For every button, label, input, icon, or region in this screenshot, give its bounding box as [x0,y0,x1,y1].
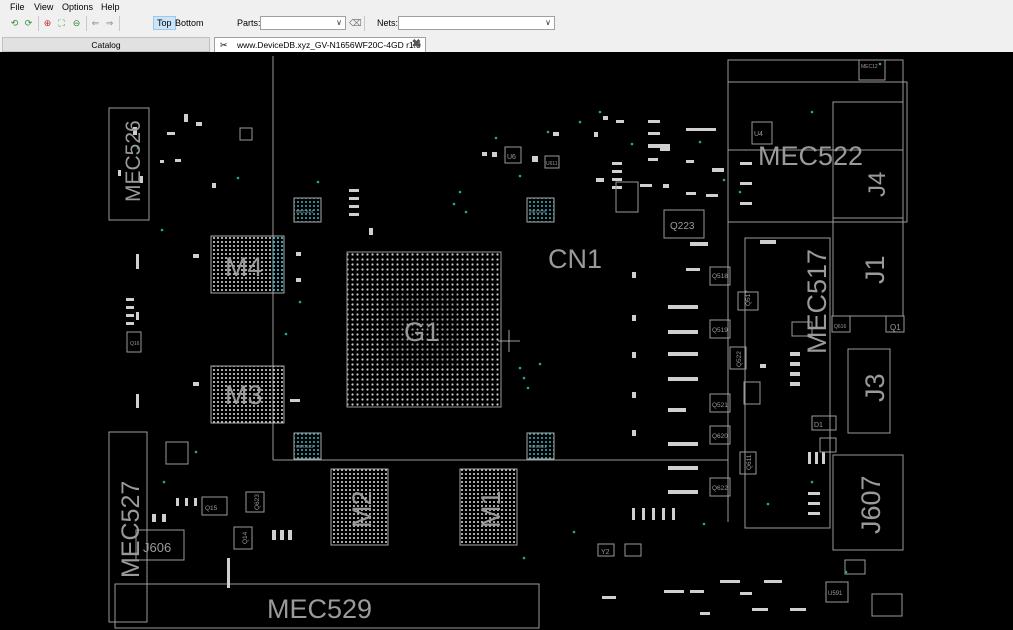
label-q623: Q623 [254,494,261,510]
label-mec12: MEC12 [861,64,878,70]
zoom-in-icon[interactable]: ⊕ [42,18,53,29]
label-q521: Q521 [712,402,728,409]
label-u591: U591 [828,591,843,597]
label-mec529: MEC529 [267,594,372,624]
nets-label: Nets: [377,18,399,28]
nets-combobox[interactable]: ∨ [398,16,555,30]
label-u611: U611 [546,161,558,167]
tab-board-label: www.DeviceDB.xyz_GV-N1656WF20C-4GD r1.0 [237,40,421,50]
memory-m4-highlight [271,236,284,293]
label-m3: M3 [225,380,263,410]
label-u6: U6 [507,154,516,161]
close-icon[interactable]: ✖ [412,37,421,51]
tab-catalog[interactable]: Catalog [2,37,210,52]
label-d1: D1 [814,422,823,429]
label-q620: Q620 [712,433,728,440]
tab-board[interactable]: ✂ www.DeviceDB.xyz_GV-N1656WF20C-4GD r1.… [214,37,426,52]
chevron-down-icon: ∨ [336,18,342,27]
menu-view[interactable]: View [34,2,53,12]
tab-catalog-label: Catalog [91,40,121,50]
label-j607: J607 [856,475,886,534]
back-arrow-icon[interactable]: ⇐ [90,18,101,29]
label-q622: Q622 [712,485,728,492]
zoom-out-icon[interactable]: ⊖ [71,18,82,29]
label-mec625: MEC625 [529,209,547,214]
label-q1: Q1 [890,323,901,332]
parts-label: Parts: [237,18,261,28]
toolbar-separator [119,16,120,31]
label-cn1: CN1 [548,244,602,274]
label-u4: U4 [754,131,763,138]
label-q14: Q14 [242,531,249,544]
chevron-down-icon: ∨ [545,18,551,27]
board-view[interactable]: MEC526 MEC527 MEC529 MEC522 MEC517 J4 J1… [0,52,1013,630]
label-q522: Q522 [736,351,743,367]
clear-filter-icon[interactable]: ⌫ [349,18,362,29]
board-canvas[interactable]: MEC526 MEC527 MEC529 MEC522 MEC517 J4 J1… [0,52,1013,630]
label-j606: J606 [143,540,171,555]
menu-options[interactable]: Options [62,2,93,12]
label-q223: Q223 [670,221,695,232]
toolbar-separator [38,16,39,31]
label-mec526: MEC526 [122,120,145,202]
label-mec623: MEC623 [296,444,314,449]
label-mec621: MEC621 [529,444,547,449]
label-mec624: MEC624 [296,209,314,214]
label-q15: Q15 [205,505,218,512]
zoom-fit-icon[interactable]: ⛶ [56,18,67,29]
toolbar-separator [86,16,87,31]
label-mec527: MEC527 [117,481,145,578]
label-m1: M1 [476,490,506,528]
label-g1: G1 [404,317,440,347]
label-q517: Q517 [745,290,752,306]
toolbar-separator [364,16,365,31]
label-q518: Q518 [712,273,728,280]
label-m2: M2 [347,490,377,528]
label-q611: Q611 [746,454,753,470]
bottom-side-button[interactable]: Bottom [172,16,207,30]
parts-combobox[interactable]: ∨ [260,16,346,30]
label-j4: J4 [864,172,891,197]
board-icon: ✂ [220,40,228,50]
menu-bar: File View Options Help [0,0,1013,13]
refresh-icon[interactable]: ⟳ [23,18,34,29]
open-icon[interactable]: ⟲ [9,18,20,29]
tab-bar: Catalog ✂ www.DeviceDB.xyz_GV-N1656WF20C… [0,34,1013,53]
label-mec517: MEC517 [802,249,832,354]
menu-file[interactable]: File [10,2,25,12]
menu-help[interactable]: Help [101,2,120,12]
label-y2: Y2 [601,549,610,556]
label-q519: Q519 [712,327,728,334]
label-mec522: MEC522 [758,141,863,171]
label-q616: Q616 [834,324,846,330]
forward-arrow-icon[interactable]: ⇒ [104,18,115,29]
label-j3: J3 [860,373,890,402]
label-q16: Q16 [130,341,140,347]
label-m4: M4 [225,252,263,282]
label-j1: J1 [860,255,890,284]
toolbar: ⟲ ⟳ ⊕ ⛶ ⊖ ⇐ ⇒ Top Bottom Parts: ∨ ⌫ Nets… [0,13,1013,34]
